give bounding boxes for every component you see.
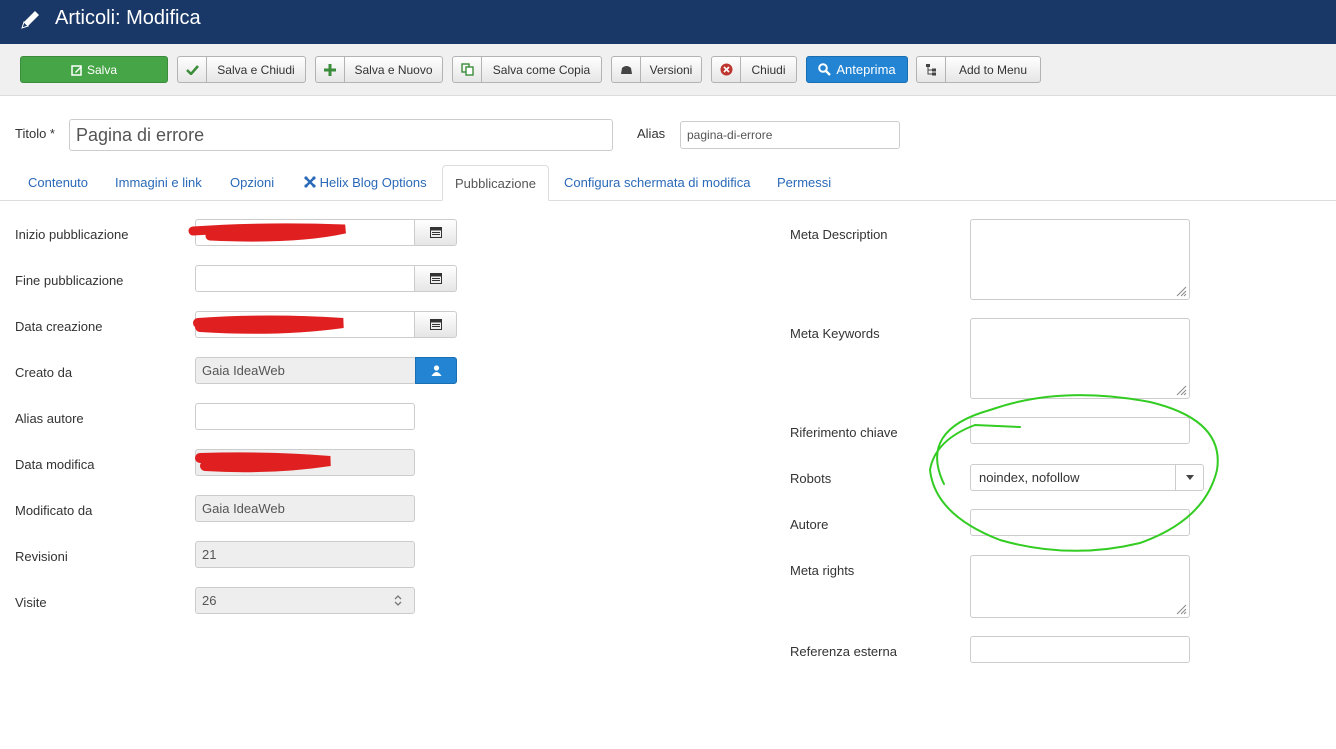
pencil-icon: [21, 11, 39, 29]
tab-options[interactable]: Opzioni: [218, 165, 286, 201]
alias-input[interactable]: pagina-di-errore: [680, 121, 900, 149]
close-circle-icon: [720, 63, 732, 76]
calendar-icon: [429, 319, 442, 330]
key-reference-input[interactable]: [970, 417, 1190, 444]
title-input[interactable]: Pagina di errore: [69, 119, 613, 151]
tab-helix-blog-label: Helix Blog Options: [319, 175, 427, 190]
save-new-label: Salva e Nuovo: [354, 62, 433, 77]
external-reference-label: Referenza esterna: [790, 644, 897, 659]
created-by-label: Creato da: [15, 365, 73, 380]
chevron-down-icon: [1185, 475, 1194, 480]
save-button[interactable]: Salva: [20, 56, 168, 83]
edit-icon: [71, 64, 82, 76]
modified-date-label: Data modifica: [15, 457, 95, 472]
close-label: Chiudi: [751, 62, 786, 77]
created-date-label: Data creazione: [15, 319, 103, 334]
redaction-mark: [188, 223, 346, 242]
finish-publishing-input[interactable]: [195, 265, 416, 292]
external-reference-input[interactable]: [970, 636, 1190, 663]
page-header: Articoli: Modifica: [0, 0, 1336, 44]
save-close-label: Salva e Chiudi: [217, 62, 295, 77]
spinner-icon[interactable]: [393, 593, 403, 608]
calendar-button-created[interactable]: [414, 311, 457, 338]
meta-rights-label: Meta rights: [790, 563, 855, 578]
tab-content[interactable]: Contenuto: [16, 165, 100, 201]
close-button[interactable]: Chiudi: [711, 56, 797, 83]
modified-by-input: Gaia IdeaWeb: [195, 495, 415, 522]
select-user-button[interactable]: [415, 357, 457, 384]
created-by-input[interactable]: Gaia IdeaWeb: [195, 357, 416, 384]
author-input[interactable]: [970, 509, 1190, 536]
calendar-icon: [429, 273, 442, 284]
save-new-button[interactable]: Salva e Nuovo: [315, 56, 443, 83]
tab-editor-config[interactable]: Configura schermata di modifica: [552, 165, 762, 201]
plus-icon: [324, 63, 336, 76]
meta-rights-textarea[interactable]: [970, 555, 1190, 618]
robots-selected: noindex, nofollow: [979, 470, 1080, 485]
versions-button[interactable]: Versioni: [611, 56, 702, 83]
save-label: Salva: [86, 62, 118, 77]
tab-images-links[interactable]: Immagini e link: [103, 165, 214, 201]
meta-keywords-textarea[interactable]: [970, 318, 1190, 399]
meta-keywords-label: Meta Keywords: [790, 326, 880, 341]
tab-bar: Contenuto Immagini e link Opzioni Helix …: [0, 165, 1336, 201]
author-label: Autore: [790, 517, 829, 532]
resize-grip-icon[interactable]: [1176, 604, 1187, 615]
revisions-label: Revisioni: [15, 549, 68, 564]
alias-label: Alias: [637, 126, 666, 141]
joomla-icon: [304, 176, 316, 188]
tree-icon: [925, 64, 936, 76]
title-label: Titolo *: [15, 126, 55, 141]
meta-description-textarea[interactable]: [970, 219, 1190, 300]
tab-publishing[interactable]: Pubblicazione: [442, 165, 549, 201]
save-close-button[interactable]: Salva e Chiudi: [177, 56, 306, 83]
add-to-menu-button[interactable]: Add to Menu: [916, 56, 1041, 83]
redaction-mark: [195, 452, 331, 473]
user-icon: [431, 365, 441, 376]
modified-by-label: Modificato da: [15, 503, 93, 518]
resize-grip-icon[interactable]: [1176, 385, 1187, 396]
calendar-button-start[interactable]: [414, 219, 457, 246]
hits-label: Visite: [15, 595, 47, 610]
calendar-icon: [429, 227, 442, 238]
copy-icon: [460, 63, 474, 76]
robots-label: Robots: [790, 471, 832, 486]
search-icon: [818, 63, 832, 76]
robots-select[interactable]: noindex, nofollow: [970, 464, 1204, 491]
preview-button[interactable]: Anteprima: [806, 56, 908, 83]
start-publishing-label: Inizio pubblicazione: [15, 227, 129, 242]
hits-input: 26: [195, 587, 415, 614]
page-title: Articoli: Modifica: [55, 7, 201, 29]
add-to-menu-label: Add to Menu: [958, 62, 1028, 77]
preview-label: Anteprima: [836, 62, 896, 77]
author-alias-label: Alias autore: [15, 411, 84, 426]
versions-label: Versioni: [649, 62, 693, 77]
revisions-input: 21: [195, 541, 415, 568]
check-icon: [185, 65, 199, 75]
save-copy-label: Salva come Copia: [492, 62, 591, 77]
meta-description-label: Meta Description: [790, 227, 888, 242]
archive-icon: [620, 65, 632, 74]
calendar-button-finish[interactable]: [414, 265, 457, 292]
finish-publishing-label: Fine pubblicazione: [15, 273, 124, 288]
tab-permissions[interactable]: Permessi: [765, 165, 843, 201]
tab-helix-blog[interactable]: Helix Blog Options: [292, 165, 439, 201]
author-alias-input[interactable]: [195, 403, 415, 430]
toolbar: Salva Salva e Chiudi Salva e Nuovo Salva…: [0, 44, 1336, 96]
resize-grip-icon[interactable]: [1176, 286, 1187, 297]
redaction-mark: [193, 315, 344, 334]
save-copy-button[interactable]: Salva come Copia: [452, 56, 602, 83]
key-reference-label: Riferimento chiave: [790, 425, 898, 440]
